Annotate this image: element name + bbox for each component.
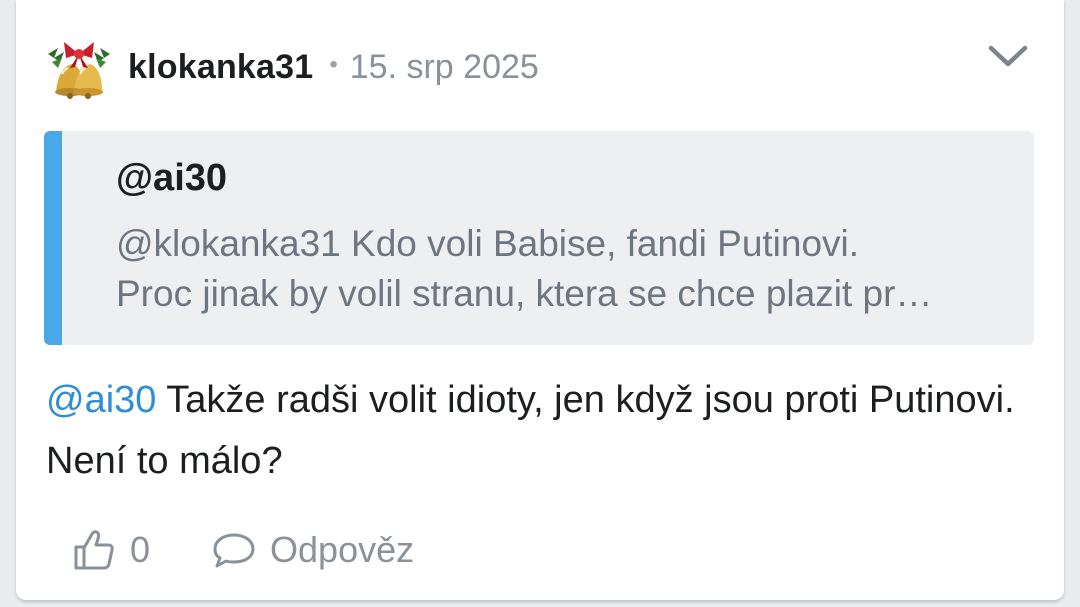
comment-text: Takže radši volit idioty, jen když jsou … (46, 379, 1015, 482)
quote-text-line: @klokanka31 Kdo voli Babise, fandi Putin… (116, 223, 860, 264)
post-date: 15. srp 2025 (349, 47, 539, 86)
quote-text-line: Proc jinak by volil stranu, ktera se chc… (116, 273, 933, 314)
comment-body: @ai30 Takže radši volit idioty, jen když… (46, 370, 1026, 492)
chevron-down-icon[interactable] (986, 42, 1030, 70)
mention-link[interactable]: @ai30 (46, 379, 156, 421)
comment-actions: 0 Odpověz (72, 522, 414, 578)
author-name[interactable]: klokanka31 (128, 48, 313, 87)
quoted-comment[interactable]: @ai30 @klokanka31 Kdo voli Babise, fandi… (44, 131, 1034, 345)
comment-header: klokanka31 • 15. srp 2025 (44, 34, 539, 100)
like-count: 0 (130, 529, 151, 570)
speech-bubble-icon (213, 533, 255, 568)
thumbs-up-icon (74, 530, 114, 570)
christmas-bells-icon[interactable] (44, 34, 114, 100)
reply-button[interactable]: Odpověz (212, 529, 414, 571)
like-button[interactable]: 0 (72, 528, 150, 572)
quote-text: @klokanka31 Kdo voli Babise, fandi Putin… (116, 219, 1016, 319)
quote-accent-bar (44, 131, 62, 345)
reply-label: Odpověz (270, 529, 415, 570)
comment-card: klokanka31 • 15. srp 2025 @ai30 @klokank… (16, 0, 1064, 600)
quote-author: @ai30 (116, 157, 228, 199)
meta-separator: • (329, 51, 338, 78)
